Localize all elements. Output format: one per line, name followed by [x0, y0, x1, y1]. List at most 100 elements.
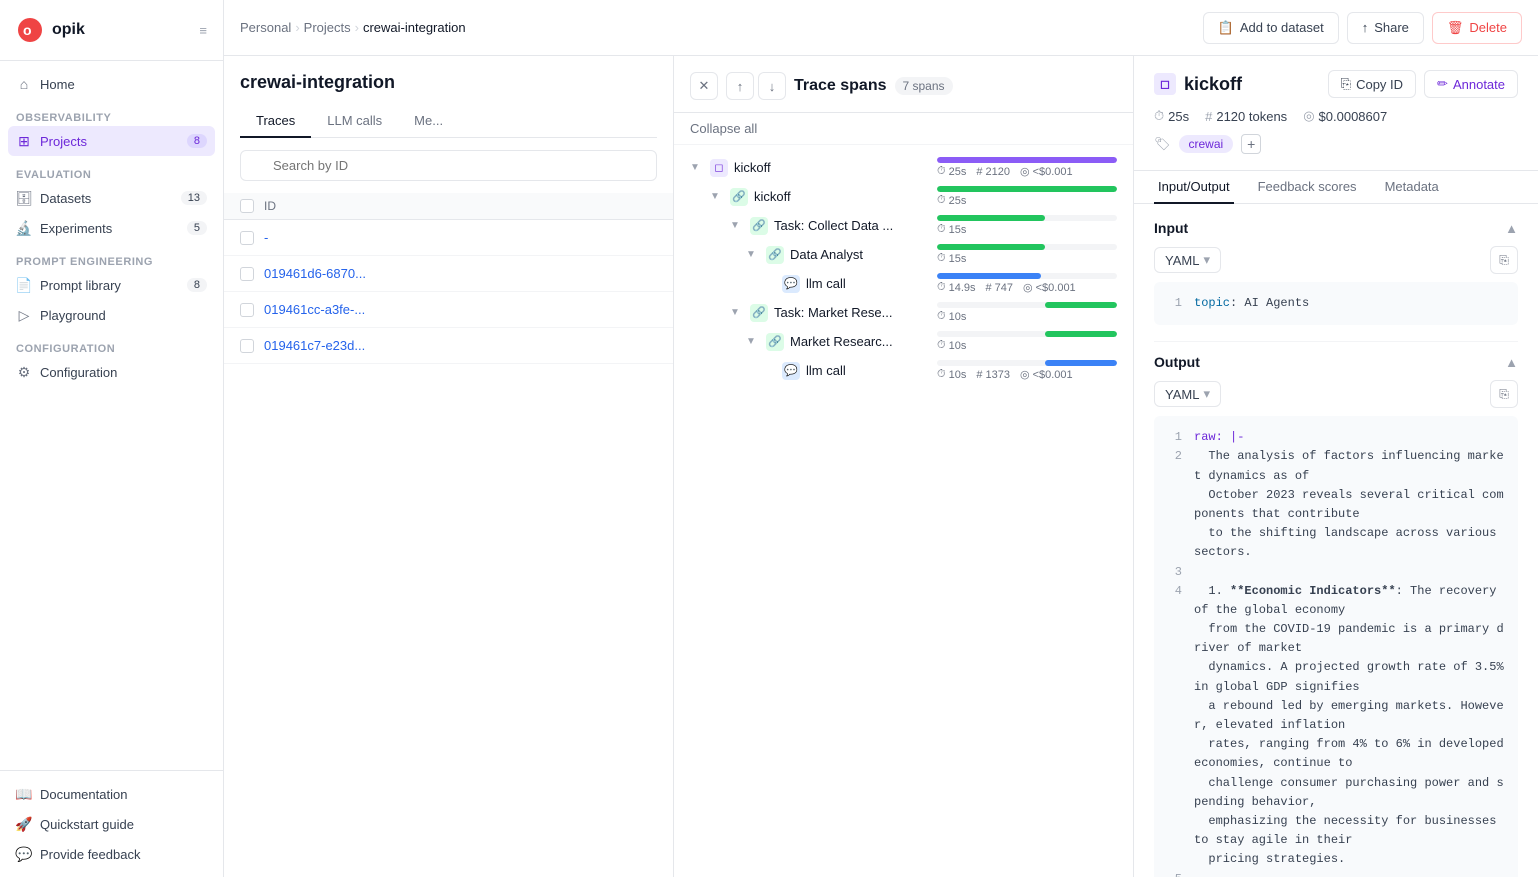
sidebar-item-label: Provide feedback: [40, 847, 140, 862]
row-checkbox[interactable]: [240, 303, 254, 317]
span-bar-track: [937, 244, 1117, 250]
tab-metadata[interactable]: Metadata: [1381, 171, 1443, 204]
output-section-header: Output ▲: [1154, 354, 1518, 370]
row-id: -: [264, 230, 657, 245]
line-number: 2: [1166, 447, 1182, 562]
sidebar-item-label: Prompt library: [40, 278, 121, 293]
input-section-title: Input: [1154, 220, 1188, 236]
output-format-selector[interactable]: YAML ▾: [1154, 381, 1221, 407]
sidebar-item-documentation[interactable]: 📖 Documentation: [8, 779, 215, 809]
row-checkbox[interactable]: [240, 267, 254, 281]
sidebar-item-experiments[interactable]: 🔬 Experiments 5: [8, 213, 215, 243]
span-row[interactable]: ▼ 🔗 kickoff ⏱ 25s: [674, 182, 1133, 211]
config-label: Configuration: [8, 330, 215, 357]
span-row[interactable]: ▼ 💬 llm call ⏱ 10s # 1373 ◎ <$0.001: [674, 356, 1133, 385]
span-bar-track: [937, 157, 1117, 163]
datasets-icon: 🗄: [16, 190, 32, 206]
sidebar-item-projects[interactable]: ⊞ Projects 8: [8, 126, 215, 156]
home-icon: ⌂: [16, 76, 32, 92]
annotate-btn[interactable]: ✏ Annotate: [1424, 70, 1518, 98]
row-id: 019461d6-6870...: [264, 266, 657, 281]
line-number: 4: [1166, 582, 1182, 870]
span-type-trace-icon: ◻: [710, 159, 728, 177]
sidebar-main-nav: ⌂ Home Observability ⊞ Projects 8 Evalua…: [0, 61, 223, 395]
detail-title-row: ◻ kickoff ⎘ Copy ID ✏ Annotate: [1154, 70, 1518, 98]
clock-icon: ⏱: [1154, 108, 1164, 124]
copy-id-btn[interactable]: ⎘ Copy ID: [1328, 70, 1416, 98]
sidebar-item-configuration[interactable]: ⚙ Configuration: [8, 357, 215, 387]
sidebar-item-quickstart[interactable]: 🚀 Quickstart guide: [8, 809, 215, 839]
breadcrumb-sep-1: ›: [295, 20, 299, 35]
breadcrumb-personal[interactable]: Personal: [240, 20, 291, 35]
spans-title-wrap: ✕ ↑ ↓ Trace spans 7 spans: [690, 72, 953, 100]
span-meta: ⏱ 15s: [937, 252, 1117, 265]
tab-llm-calls[interactable]: LLM calls: [311, 105, 398, 138]
detail-tabs: Input/Output Feedback scores Metadata: [1134, 171, 1538, 204]
nav-down-btn[interactable]: ↓: [758, 72, 786, 100]
span-bar-fill: [937, 157, 1117, 163]
collapse-all-btn[interactable]: Collapse all: [674, 113, 1133, 145]
add-tag-btn[interactable]: +: [1241, 134, 1261, 154]
line-number: 1: [1166, 294, 1182, 313]
opik-logo: o: [16, 16, 44, 44]
span-row[interactable]: ▼ 🔗 Market Researc... ⏱ 10s: [674, 327, 1133, 356]
span-chevron[interactable]: ▼: [710, 191, 724, 202]
hash-icon: #: [1205, 109, 1212, 124]
span-chevron[interactable]: ▼: [690, 162, 704, 173]
span-chevron[interactable]: ▼: [730, 307, 744, 318]
copy-output-btn[interactable]: ⎘: [1490, 380, 1518, 408]
copy-input-btn[interactable]: ⎘: [1490, 246, 1518, 274]
span-chevron[interactable]: ▼: [730, 220, 744, 231]
prompt-eng-label: Prompt engineering: [8, 243, 215, 270]
span-cost: ◎ <$0.001: [1020, 368, 1073, 381]
line-content: 1. **Economic Indicators**: The recovery…: [1194, 582, 1506, 870]
nav-up-btn[interactable]: ↑: [726, 72, 754, 100]
span-tokens: # 2120: [976, 165, 1010, 178]
sidebar-item-label: Home: [40, 77, 75, 92]
select-all-checkbox[interactable]: [240, 199, 254, 213]
row-checkbox[interactable]: [240, 231, 254, 245]
tab-feedback-scores[interactable]: Feedback scores: [1254, 171, 1361, 204]
detail-meta-row: ⏱ 25s # 2120 tokens ◎ $0.0008607: [1154, 108, 1518, 124]
span-row[interactable]: ▼ 🔗 Data Analyst ⏱ 15s: [674, 240, 1133, 269]
delete-btn[interactable]: 🗑 Delete: [1432, 12, 1522, 44]
span-row[interactable]: ▼ 💬 llm call ⏱ 14.9s # 747 ◎ <$0.001: [674, 269, 1133, 298]
sidebar-item-prompt-library[interactable]: 📄 Prompt library 8: [8, 270, 215, 300]
cost-icon: ◎: [1303, 108, 1314, 124]
share-btn[interactable]: ↑ Share: [1347, 12, 1424, 44]
span-time: ⏱ 15s: [937, 252, 966, 265]
breadcrumb-project-name: crewai-integration: [363, 20, 466, 35]
tab-traces[interactable]: Traces: [240, 105, 311, 138]
search-input[interactable]: [240, 150, 657, 181]
table-row[interactable]: 019461cc-a3fe-...: [224, 292, 673, 328]
table-row[interactable]: 019461d6-6870...: [224, 256, 673, 292]
meta-tokens: # 2120 tokens: [1205, 109, 1287, 124]
close-spans-btn[interactable]: ✕: [690, 72, 718, 100]
sidebar-item-feedback[interactable]: 💬 Provide feedback: [8, 839, 215, 869]
span-row[interactable]: ▼ ◻ kickoff ⏱ 25s # 2120 ◎ <$0.001: [674, 153, 1133, 182]
span-name: llm call: [806, 363, 846, 378]
table-row[interactable]: 019461c7-e23d...: [224, 328, 673, 364]
sidebar-item-playground[interactable]: ▷ Playground: [8, 300, 215, 330]
spans-header: ✕ ↑ ↓ Trace spans 7 spans: [674, 56, 1133, 113]
input-format-selector[interactable]: YAML ▾: [1154, 247, 1221, 273]
table-row[interactable]: -: [224, 220, 673, 256]
detail-tag[interactable]: crewai: [1179, 135, 1234, 153]
sidebar-item-datasets[interactable]: 🗄 Datasets 13: [8, 183, 215, 213]
sidebar-toggle-btn[interactable]: ≡: [199, 23, 207, 38]
span-chevron[interactable]: ▼: [746, 249, 760, 260]
sidebar-item-home[interactable]: ⌂ Home: [8, 69, 215, 99]
logo-text: opik: [52, 21, 85, 39]
tab-input-output[interactable]: Input/Output: [1154, 171, 1234, 204]
span-meta: ⏱ 14.9s # 747 ◎ <$0.001: [937, 281, 1117, 294]
code-line: 1 raw: |-: [1166, 428, 1506, 447]
row-checkbox[interactable]: [240, 339, 254, 353]
tab-metadata[interactable]: Me...: [398, 105, 459, 138]
add-to-dataset-btn[interactable]: 📋 Add to dataset: [1203, 12, 1339, 44]
output-collapse-btn[interactable]: ▲: [1505, 355, 1518, 370]
span-chevron[interactable]: ▼: [746, 336, 760, 347]
span-row[interactable]: ▼ 🔗 Task: Market Rese... ⏱ 10s: [674, 298, 1133, 327]
span-row[interactable]: ▼ 🔗 Task: Collect Data ... ⏱ 15s: [674, 211, 1133, 240]
breadcrumb-projects[interactable]: Projects: [304, 20, 351, 35]
input-collapse-btn[interactable]: ▲: [1505, 221, 1518, 236]
